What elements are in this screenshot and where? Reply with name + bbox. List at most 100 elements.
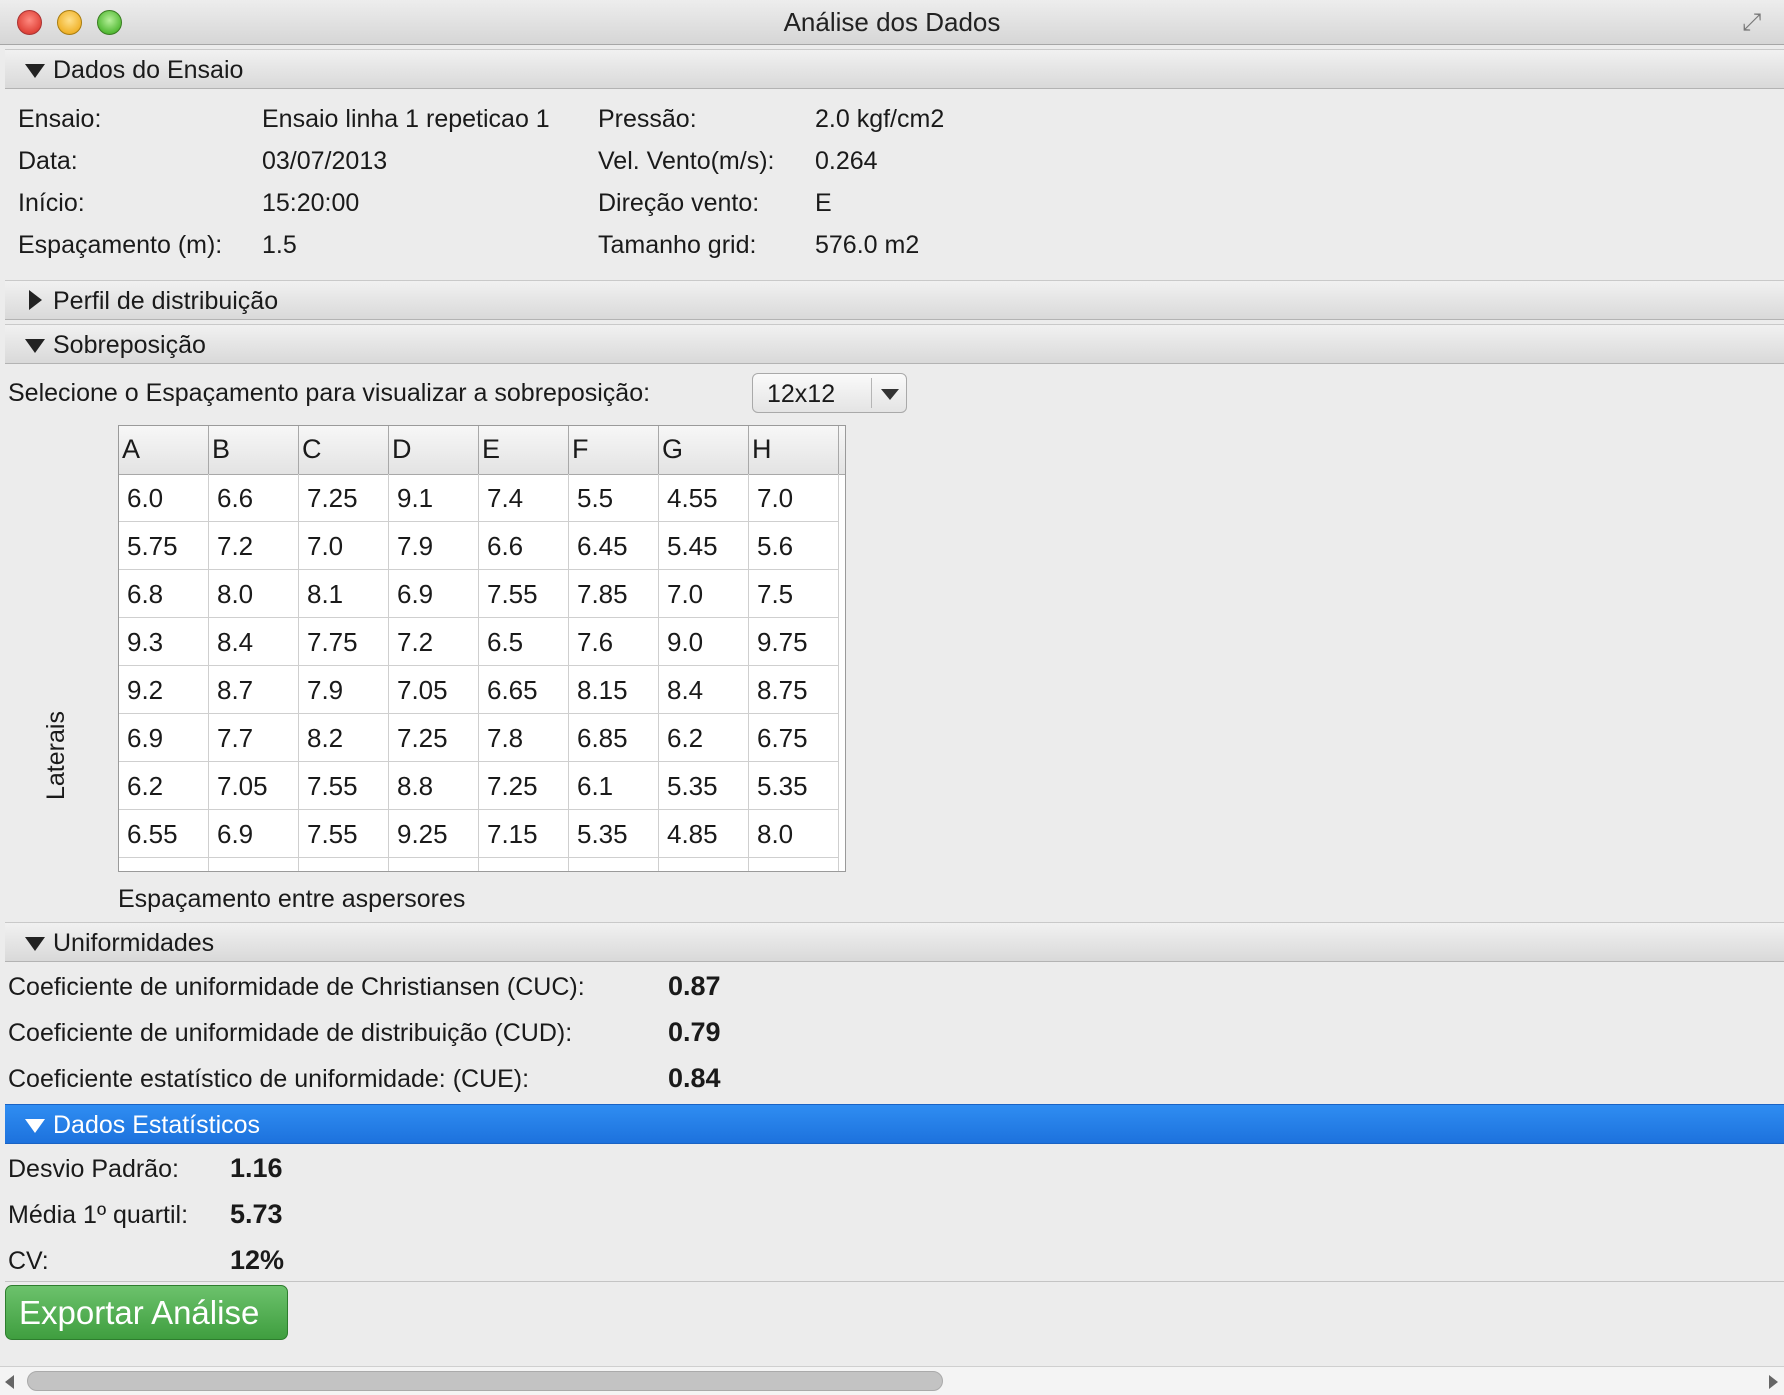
- table-cell[interactable]: 7.25: [299, 474, 389, 522]
- table-cell[interactable]: 5.45: [659, 522, 749, 570]
- table-cell[interactable]: 8.4: [659, 666, 749, 714]
- chevron-down-icon: [881, 389, 899, 400]
- table-cell[interactable]: 4.85: [659, 810, 749, 858]
- table-cell[interactable]: 7.55: [299, 762, 389, 810]
- scrollbar-thumb[interactable]: [27, 1371, 943, 1391]
- column-header[interactable]: F: [569, 426, 659, 474]
- column-header[interactable]: B: [209, 426, 299, 474]
- table-cell[interactable]: 7.0: [299, 522, 389, 570]
- table-cell[interactable]: 7.05: [209, 762, 299, 810]
- column-header[interactable]: D: [389, 426, 479, 474]
- section-header-uniformidades[interactable]: Uniformidades: [5, 922, 1784, 962]
- grid-value: 576.0 m2: [815, 231, 920, 259]
- table-cell[interactable]: 9.25: [389, 810, 479, 858]
- cuc-value: 0.87: [668, 971, 721, 1001]
- table-cell[interactable]: 6.2: [659, 714, 749, 762]
- table-cell[interactable]: 5.5: [569, 474, 659, 522]
- table-cell[interactable]: 8.0: [749, 810, 839, 858]
- espacamento-axis-label: Espaçamento entre aspersores: [118, 885, 466, 913]
- scroll-right-icon[interactable]: [1769, 1375, 1778, 1389]
- direcao-value: E: [815, 189, 832, 217]
- table-cell[interactable]: 7.75: [299, 618, 389, 666]
- table-cell[interactable]: 8.7: [209, 666, 299, 714]
- window-title: Análise dos Dados: [783, 7, 1001, 37]
- section-header-dados-ensaio[interactable]: Dados do Ensaio: [5, 49, 1784, 89]
- table-cell[interactable]: 6.85: [569, 714, 659, 762]
- table-cell[interactable]: 8.1: [299, 570, 389, 618]
- table-cell[interactable]: 7.7: [209, 714, 299, 762]
- table-cell[interactable]: 7.0: [659, 570, 749, 618]
- table-cell[interactable]: 6.6: [479, 522, 569, 570]
- column-header[interactable]: C: [299, 426, 389, 474]
- cud-label: Coeficiente de uniformidade de distribui…: [8, 1019, 573, 1047]
- table-cell-partial: [479, 858, 569, 871]
- fullscreen-icon[interactable]: ⤢: [1742, 10, 1768, 36]
- section-header-estatisticos[interactable]: Dados Estatísticos: [5, 1104, 1784, 1144]
- table-cell[interactable]: 8.75: [749, 666, 839, 714]
- table-cell[interactable]: 7.2: [209, 522, 299, 570]
- table-cell[interactable]: 9.75: [749, 618, 839, 666]
- vento-value: 0.264: [815, 147, 878, 175]
- table-cell[interactable]: 6.2: [119, 762, 209, 810]
- table-cell[interactable]: 7.9: [299, 666, 389, 714]
- table-cell[interactable]: 6.1: [569, 762, 659, 810]
- section-header-sobreposicao[interactable]: Sobreposição: [5, 324, 1784, 364]
- table-cell[interactable]: 6.8: [119, 570, 209, 618]
- table-cell[interactable]: 7.5: [749, 570, 839, 618]
- overlap-table[interactable]: ABCDEFGH 6.0 6.6 7.25 9.1 7.4 5.5 4.55 7.0 5.75 7…: [118, 425, 846, 872]
- table-cell[interactable]: 6.9: [389, 570, 479, 618]
- section-header-perfil[interactable]: Perfil de distribuição: [5, 280, 1784, 320]
- expanded-arrow-icon: [25, 339, 45, 353]
- table-cell[interactable]: 5.35: [569, 810, 659, 858]
- ensaio-value: Ensaio linha 1 repeticao 1: [262, 105, 550, 133]
- table-cell[interactable]: 7.6: [569, 618, 659, 666]
- table-header: ABCDEFGH: [119, 426, 845, 475]
- table-cell[interactable]: 9.2: [119, 666, 209, 714]
- horizontal-scrollbar[interactable]: [0, 1366, 1784, 1395]
- table-cell[interactable]: 7.0: [749, 474, 839, 522]
- divider: [871, 378, 872, 408]
- table-cell[interactable]: 6.55: [119, 810, 209, 858]
- table-cell[interactable]: 7.4: [479, 474, 569, 522]
- table-cell[interactable]: 6.9: [209, 810, 299, 858]
- table-cell[interactable]: 7.8: [479, 714, 569, 762]
- cue-label: Coeficiente estatístico de uniformidade:…: [8, 1065, 530, 1093]
- table-cell[interactable]: 8.0: [209, 570, 299, 618]
- table-cell[interactable]: 7.55: [299, 810, 389, 858]
- table-cell[interactable]: 8.15: [569, 666, 659, 714]
- table-cell[interactable]: 6.65: [479, 666, 569, 714]
- table-cell[interactable]: 7.2: [389, 618, 479, 666]
- table-cell[interactable]: 6.0: [119, 474, 209, 522]
- table-cell[interactable]: 5.75: [119, 522, 209, 570]
- table-cell[interactable]: 5.35: [659, 762, 749, 810]
- table-cell[interactable]: 7.25: [389, 714, 479, 762]
- table-cell[interactable]: 7.85: [569, 570, 659, 618]
- table-cell[interactable]: 9.1: [389, 474, 479, 522]
- table-cell[interactable]: 6.6: [209, 474, 299, 522]
- column-header[interactable]: H: [749, 426, 839, 474]
- table-cell[interactable]: 8.4: [209, 618, 299, 666]
- table-cell[interactable]: 6.75: [749, 714, 839, 762]
- vento-label: Vel. Vento(m/s):: [598, 147, 775, 175]
- spacing-select[interactable]: 12x12: [752, 373, 907, 413]
- table-cell[interactable]: 7.05: [389, 666, 479, 714]
- column-header[interactable]: G: [659, 426, 749, 474]
- scroll-left-icon[interactable]: [5, 1375, 14, 1389]
- table-cell[interactable]: 4.55: [659, 474, 749, 522]
- table-cell[interactable]: 8.2: [299, 714, 389, 762]
- table-cell[interactable]: 9.3: [119, 618, 209, 666]
- table-cell[interactable]: 5.35: [749, 762, 839, 810]
- column-header[interactable]: E: [479, 426, 569, 474]
- export-analysis-button[interactable]: Exportar Análise: [5, 1285, 288, 1340]
- table-cell[interactable]: 6.45: [569, 522, 659, 570]
- table-cell[interactable]: 7.15: [479, 810, 569, 858]
- table-cell[interactable]: 6.9: [119, 714, 209, 762]
- table-cell[interactable]: 7.25: [479, 762, 569, 810]
- table-cell[interactable]: 7.9: [389, 522, 479, 570]
- table-cell[interactable]: 7.55: [479, 570, 569, 618]
- table-cell[interactable]: 9.0: [659, 618, 749, 666]
- table-cell[interactable]: 6.5: [479, 618, 569, 666]
- column-header[interactable]: A: [119, 426, 209, 474]
- table-cell[interactable]: 8.8: [389, 762, 479, 810]
- table-cell[interactable]: 5.6: [749, 522, 839, 570]
